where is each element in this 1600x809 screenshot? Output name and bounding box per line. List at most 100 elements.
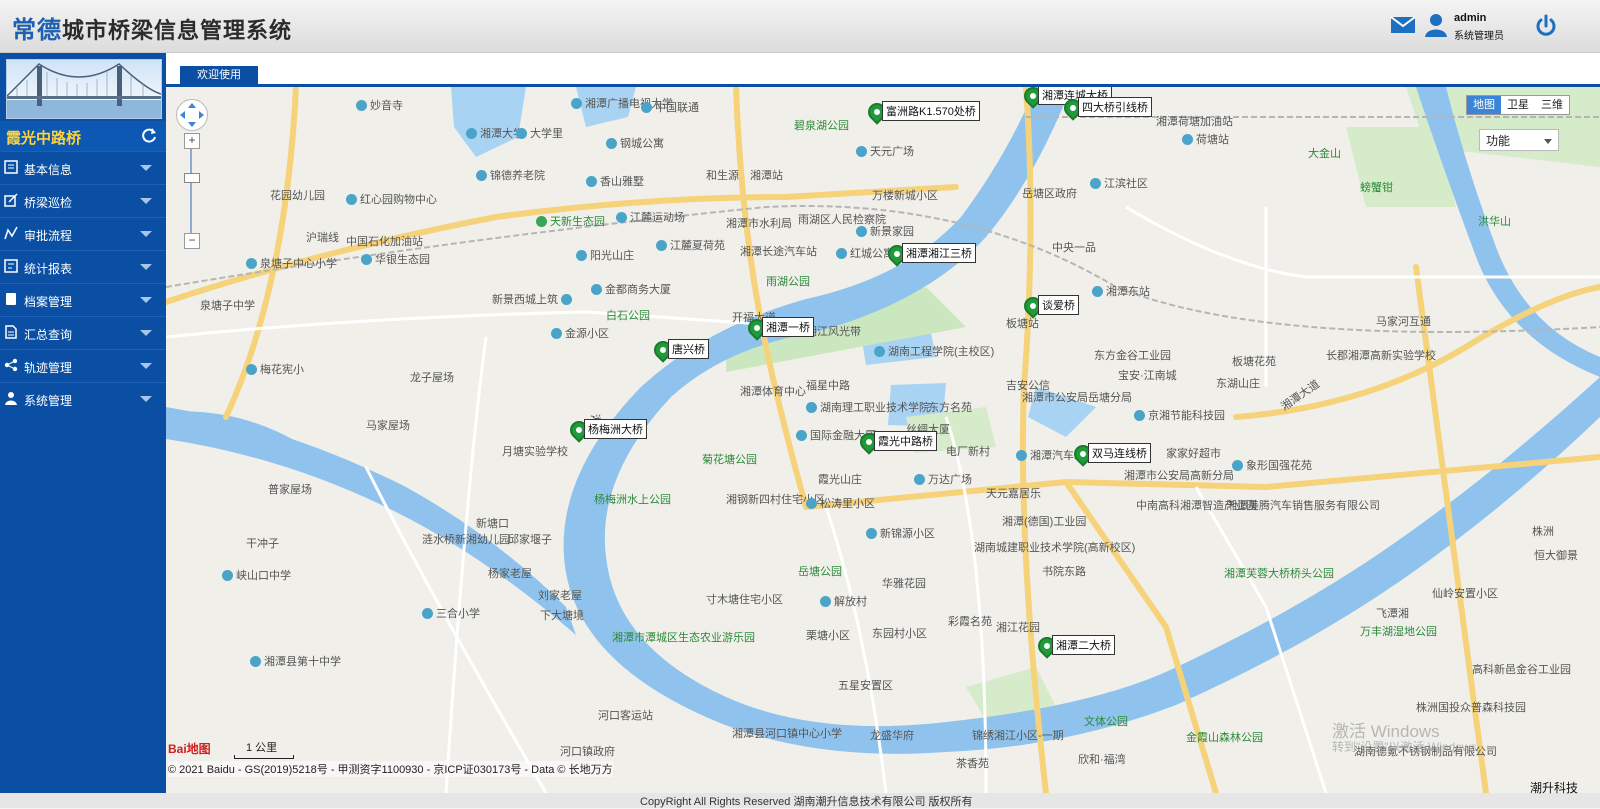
map-poi[interactable]: 万达广场 <box>914 471 972 487</box>
map-poi[interactable]: 中央一品 <box>1052 239 1096 255</box>
map-poi[interactable]: 京湘节能科技园 <box>1134 407 1225 423</box>
zoom-slider-track[interactable] <box>190 149 192 233</box>
map-poi[interactable]: 碧泉湖公园 <box>794 117 849 133</box>
map-poi[interactable]: 涟水桥新湘幼儿园 <box>422 531 510 547</box>
map-poi[interactable]: 华雅花园 <box>882 575 926 591</box>
map-poi[interactable]: 东方名苑 <box>928 399 972 415</box>
map-poi[interactable]: 湖南理工职业技术学院 <box>806 399 930 415</box>
map-poi[interactable]: 五星安置区 <box>838 677 893 693</box>
map-poi[interactable]: 马家河互通 <box>1376 313 1431 329</box>
map-type-3d-button[interactable]: 三维 <box>1535 96 1569 114</box>
map-poi[interactable]: 文体公园 <box>1084 713 1128 729</box>
map-poi[interactable]: 钢城公寓 <box>606 135 664 151</box>
map-poi[interactable]: 电厂新村 <box>946 443 990 459</box>
mail-icon[interactable] <box>1390 16 1416 34</box>
map-poi[interactable]: 中国石化加油站 <box>346 233 423 249</box>
menu-track[interactable]: 轨迹管理 <box>0 349 166 381</box>
map-poi[interactable]: 锦绣湘江小区-一期 <box>972 727 1064 743</box>
map-poi[interactable]: 湘潭美腾汽车销售服务有限公司 <box>1226 497 1380 513</box>
menu-system[interactable]: 系统管理 <box>0 382 166 414</box>
zoom-slider-handle[interactable] <box>184 173 200 183</box>
map-poi[interactable]: 阳光山庄 <box>576 247 634 263</box>
refresh-icon[interactable] <box>140 127 158 145</box>
map-poi[interactable]: 松涛里小区 <box>806 495 875 511</box>
map-poi[interactable]: 江滨社区 <box>1090 175 1148 191</box>
map-poi[interactable]: 万楼新城小区 <box>872 187 938 203</box>
map-poi[interactable]: 红城公寓 <box>836 245 894 261</box>
menu-basic-info[interactable]: 基本信息 <box>0 151 166 183</box>
map-poi[interactable]: 家家好超市 <box>1166 445 1221 461</box>
power-icon[interactable] <box>1534 14 1558 38</box>
map-poi[interactable]: 锦德养老院 <box>476 167 545 183</box>
map-poi[interactable]: 东园村小区 <box>872 625 927 641</box>
map-poi[interactable]: 三合小学 <box>422 605 480 621</box>
map-poi[interactable]: 白石公园 <box>606 307 650 323</box>
map-poi[interactable]: 湘潭市公安局高新分局 <box>1124 467 1234 483</box>
map-poi[interactable]: 湘潭市潭城区生态农业游乐园 <box>612 629 755 645</box>
map-poi[interactable]: 霞光山庄 <box>818 471 862 487</box>
map-poi[interactable]: 湘江花园 <box>996 619 1040 635</box>
map-poi[interactable]: 湘潭县第十中学 <box>250 653 341 669</box>
map-poi[interactable]: 江麓运动场 <box>616 209 685 225</box>
map-pan-control[interactable] <box>176 99 208 131</box>
map-poi[interactable]: 株洲国投众普森科技园 <box>1416 699 1526 715</box>
map-poi[interactable]: 湘潭(德国)工业园 <box>1002 513 1086 529</box>
map-poi[interactable]: 东方金谷工业园 <box>1094 347 1171 363</box>
map-poi[interactable]: 新景家园 <box>856 223 914 239</box>
map-poi[interactable]: 栗塘小区 <box>806 627 850 643</box>
map-poi[interactable]: 岳塘公园 <box>798 563 842 579</box>
map-poi[interactable]: 湘潭荷塘加油站 <box>1156 113 1233 129</box>
map-poi[interactable]: 和生源 <box>706 167 739 183</box>
map-poi[interactable]: 湘潭体育中心 <box>740 383 806 399</box>
map-type-map-button[interactable]: 地图 <box>1467 96 1501 114</box>
map-poi[interactable]: 象形国强花苑 <box>1232 457 1312 473</box>
map-poi[interactable]: 梅花宪小 <box>246 361 304 377</box>
map-poi[interactable]: 天新生态园 <box>536 213 605 229</box>
map-poi[interactable]: 花园幼儿园 <box>270 187 325 203</box>
map-poi[interactable]: 泉塘子中心小学 <box>246 255 337 271</box>
map-poi[interactable]: 江麓夏荷苑 <box>656 237 725 253</box>
menu-archives[interactable]: 档案管理 <box>0 283 166 315</box>
map-poi[interactable]: 仙岭安置小区 <box>1432 585 1498 601</box>
map-type-satellite-button[interactable]: 卫星 <box>1501 96 1535 114</box>
map-poi[interactable]: 湘潭芙蓉大桥桥头公园 <box>1224 565 1334 581</box>
map-poi[interactable]: 万丰湖湿地公园 <box>1360 623 1437 639</box>
map-poi[interactable]: 湘潭县河口镇中心小学 <box>732 725 842 741</box>
map-poi[interactable]: 彩霞名苑 <box>948 613 992 629</box>
menu-approval[interactable]: 审批流程 <box>0 217 166 249</box>
map-poi[interactable]: 龙盛华府 <box>870 727 914 743</box>
map-poi[interactable]: 河口镇政府 <box>560 743 615 759</box>
map-poi[interactable]: 大学里 <box>516 125 563 141</box>
map-poi[interactable]: 湖南城建职业技术学院(高新校区) <box>974 539 1135 555</box>
map-poi[interactable]: 菊花塘公园 <box>702 451 757 467</box>
map-poi[interactable]: 东湖山庄 <box>1216 375 1260 391</box>
zoom-in-button[interactable]: + <box>184 133 200 149</box>
map-poi[interactable]: 板塘花苑 <box>1232 353 1276 369</box>
map-poi[interactable]: 大金山 <box>1308 145 1341 161</box>
function-dropdown[interactable]: 功能 <box>1479 129 1559 151</box>
tab-welcome[interactable]: 欢迎使用 <box>180 66 258 84</box>
map-poi[interactable]: 金源小区 <box>551 325 609 341</box>
map-poi[interactable]: 天元广场 <box>856 143 914 159</box>
map-poi[interactable]: 解放村 <box>820 593 867 609</box>
map-poi[interactable]: 红心园购物中心 <box>346 191 437 207</box>
map-poi[interactable]: 金霞山森林公园 <box>1186 729 1263 745</box>
map-poi[interactable]: 高科新邑金谷工业园 <box>1472 661 1571 677</box>
map-poi[interactable]: 湘潭东站 <box>1092 283 1150 299</box>
map-poi[interactable]: 香山雅墅 <box>586 173 644 189</box>
map-poi[interactable]: 茶香苑 <box>956 755 989 771</box>
map-poi[interactable]: 螃蟹钳 <box>1360 179 1393 195</box>
map-poi[interactable]: 泉塘子中学 <box>200 297 255 313</box>
zoom-out-button[interactable]: − <box>184 233 200 249</box>
menu-inspection[interactable]: 桥梁巡检 <box>0 184 166 216</box>
map-poi[interactable]: 吉安公信 <box>1006 377 1050 393</box>
baidu-map-logo[interactable]: Bai地图 <box>168 740 211 757</box>
map-poi[interactable]: 河口客运站 <box>598 707 653 723</box>
map-poi[interactable]: 中国联通 <box>641 99 699 115</box>
map-poi[interactable]: 天元嘉居乐 <box>986 485 1041 501</box>
map-poi[interactable]: 长郡湘潭高新实验学校 <box>1326 347 1436 363</box>
menu-reports[interactable]: 统计报表 <box>0 250 166 282</box>
map-poi[interactable]: 湘潭站 <box>750 167 783 183</box>
map-poi[interactable]: 月塘实验学校 <box>502 443 568 459</box>
map-poi[interactable]: 湘潭长途汽车站 <box>740 243 817 259</box>
